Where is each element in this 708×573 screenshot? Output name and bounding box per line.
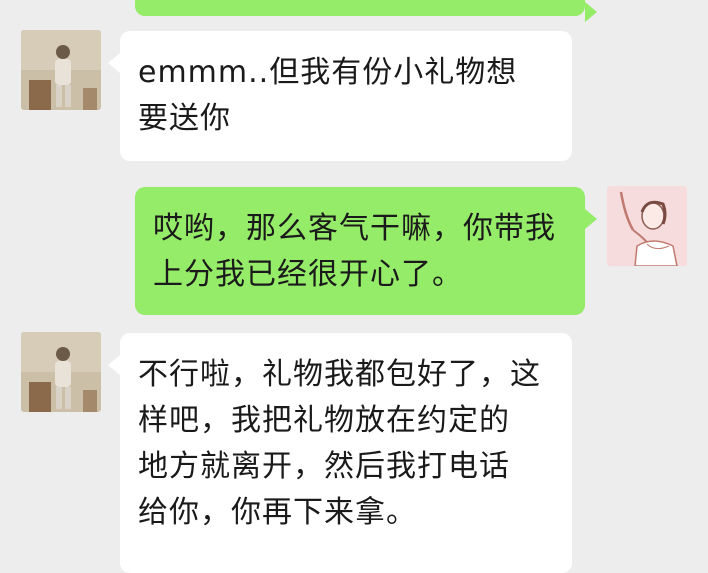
previous-outgoing-bubble[interactable] bbox=[135, 0, 597, 22]
message-bubble-outgoing[interactable]: 哎哟，那么客气干嘛，你带我 上分我已经很开心了。 bbox=[135, 187, 597, 315]
message-bubble-incoming[interactable]: 不行啦，礼物我都包好了，这 样吧，我把礼物放在约定的 地方就离开，然后我打电话 … bbox=[108, 333, 572, 573]
message-text-line: 上分我已经很开心了。 bbox=[153, 257, 463, 292]
woman-sketch-avatar-icon bbox=[607, 186, 687, 266]
man-standing-avatar-icon bbox=[21, 332, 101, 412]
message-text-line: 不行啦，礼物我都包好了，这 bbox=[138, 357, 541, 392]
self-avatar[interactable] bbox=[607, 186, 687, 266]
message-text-line: 样吧，我把礼物放在约定的 bbox=[138, 403, 510, 438]
message-text-line: emmm..但我有份小礼物想 bbox=[138, 55, 518, 90]
message-text-line: 给你，你再下来拿。 bbox=[138, 495, 417, 530]
contact-avatar[interactable] bbox=[21, 332, 101, 412]
man-standing-avatar-icon bbox=[21, 30, 101, 110]
message-text-line: 要送你 bbox=[138, 101, 231, 136]
message-text-line: 哎哟，那么客气干嘛，你带我 bbox=[153, 211, 556, 246]
message-text-line: 地方就离开，然后我打电话 bbox=[138, 449, 510, 484]
message-bubble-incoming[interactable]: emmm..但我有份小礼物想 要送你 bbox=[108, 31, 572, 161]
contact-avatar[interactable] bbox=[21, 30, 101, 110]
